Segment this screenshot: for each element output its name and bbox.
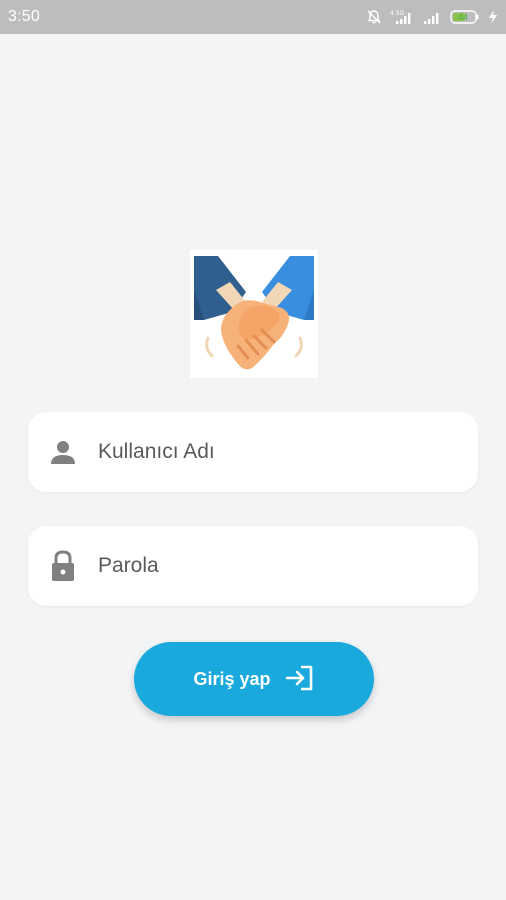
battery-icon: 44 — [450, 9, 480, 25]
signal-icon — [422, 9, 442, 25]
password-field[interactable] — [28, 526, 478, 606]
username-field[interactable] — [28, 412, 478, 492]
charging-icon — [488, 9, 498, 25]
login-button-label: Giriş yap — [193, 668, 271, 689]
battery-level: 44 — [458, 12, 468, 22]
handshake-icon — [190, 256, 318, 382]
mute-icon — [366, 9, 382, 25]
lock-icon — [28, 550, 98, 582]
person-icon — [28, 439, 98, 465]
login-arrow-icon — [285, 665, 315, 694]
network-label: 4.5G — [390, 10, 405, 17]
status-bar: 3:50 4.5G 44 — [0, 0, 506, 34]
status-icons: 4.5G 44 — [366, 9, 498, 25]
username-input[interactable] — [98, 440, 438, 464]
status-time: 3:50 — [8, 8, 40, 25]
password-input[interactable] — [98, 554, 438, 578]
signal-4g-icon: 4.5G — [390, 9, 414, 25]
app-logo — [190, 250, 318, 378]
login-button[interactable]: Giriş yap — [134, 642, 374, 716]
